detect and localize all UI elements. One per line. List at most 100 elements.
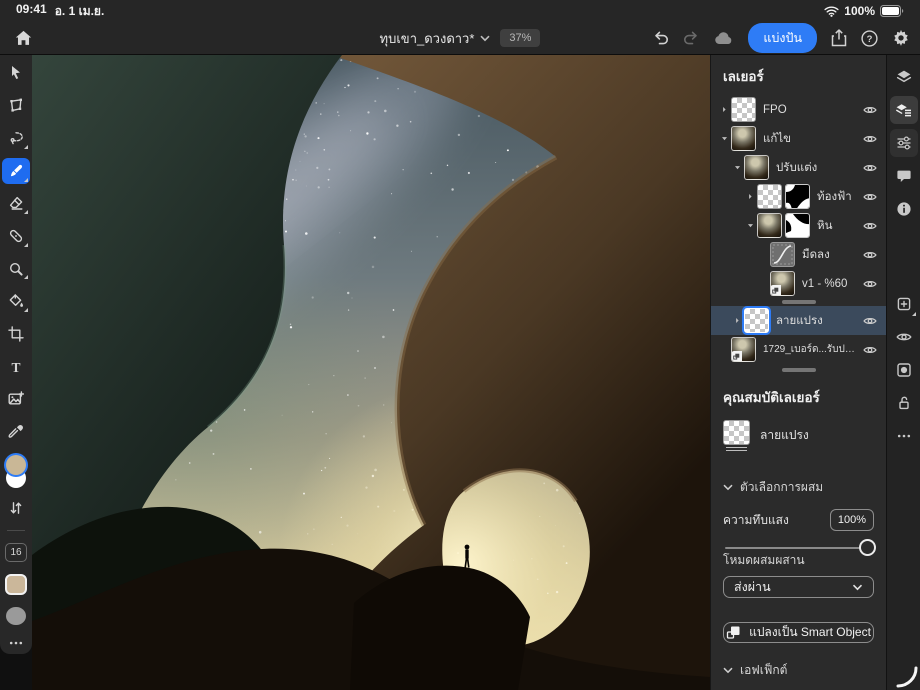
photoshop-ipad-app: 09:41 อ. 1 เม.ย. 100% ทุบเขา_ดวงดาว* 37% xyxy=(0,0,920,690)
panel-tab-adjustments[interactable] xyxy=(890,129,918,157)
brush-size-indicator[interactable]: 16 xyxy=(5,543,27,562)
lasso-tool[interactable] xyxy=(0,124,32,152)
crop-tool[interactable] xyxy=(0,320,32,348)
layer-properties-row: ลายแปรง xyxy=(711,416,886,458)
chevron-down-icon[interactable] xyxy=(717,134,731,143)
export-icon[interactable] xyxy=(831,29,847,47)
smart-object-thumbnail[interactable] xyxy=(731,337,756,362)
layer-visibility-toggle[interactable] xyxy=(860,190,880,204)
heal-tool[interactable] xyxy=(0,222,32,250)
battery-icon xyxy=(880,5,904,17)
layer-row[interactable]: 1729_เบอร์ด...รับปรุง-NR33 xyxy=(711,335,886,364)
chevron-right-icon[interactable] xyxy=(730,316,744,325)
eraser-icon xyxy=(8,195,24,211)
toolbar-more-button[interactable] xyxy=(8,635,24,654)
layer-row[interactable]: ลายแปรง xyxy=(711,306,886,335)
layer-thumbnail[interactable] xyxy=(744,155,769,180)
brush-preview-swatch[interactable] xyxy=(5,574,27,595)
fill-tool[interactable] xyxy=(0,287,32,315)
opacity-value-box[interactable]: 100% xyxy=(830,509,874,531)
brush-icon xyxy=(8,163,24,179)
panel-tab-layers[interactable] xyxy=(890,63,918,91)
document-title-menu[interactable]: ทุบเขา_ดวงดาว* xyxy=(380,28,491,49)
layer-row[interactable]: ท้องฟ้า xyxy=(711,182,886,211)
move-tool[interactable] xyxy=(0,59,32,87)
mask-button[interactable] xyxy=(890,356,918,384)
help-button[interactable]: ? xyxy=(861,30,878,47)
convert-smart-object-button[interactable]: แปลงเป็น Smart Object xyxy=(723,622,874,643)
undo-button[interactable] xyxy=(652,31,669,46)
layer-visibility-toggle[interactable] xyxy=(860,161,880,175)
opacity-slider-knob[interactable] xyxy=(859,539,876,556)
chevron-down-icon[interactable] xyxy=(730,163,744,172)
layer-visibility-toggle[interactable] xyxy=(860,314,880,328)
layer-thumbnail[interactable] xyxy=(757,213,782,238)
status-bar: 09:41 อ. 1 เม.ย. 100% xyxy=(0,0,920,22)
more-button[interactable] xyxy=(890,422,918,450)
layer-mask-thumbnail[interactable] xyxy=(785,184,810,209)
brush-tool[interactable] xyxy=(0,157,32,185)
panel-resize-handle[interactable] xyxy=(782,368,816,372)
eraser-tool[interactable] xyxy=(0,190,32,218)
home-button[interactable] xyxy=(10,25,36,51)
brush-hardness-swatch[interactable] xyxy=(6,607,26,625)
tool-submenu-indicator xyxy=(24,145,28,149)
layer-properties-title: คุณสมบัติเลเยอร์ xyxy=(711,376,886,416)
add-photo-tool[interactable] xyxy=(0,385,32,413)
panel-tab-comment[interactable] xyxy=(890,162,918,190)
lock-button[interactable] xyxy=(890,389,918,417)
layer-row[interactable]: v1 - %60 xyxy=(711,269,886,298)
layer-mask-thumbnail[interactable] xyxy=(785,213,810,238)
toolbar-divider xyxy=(7,530,25,531)
layer-visibility-toggle[interactable] xyxy=(860,277,880,291)
chevron-right-icon[interactable] xyxy=(717,105,731,114)
foreground-color-swatch[interactable] xyxy=(6,455,26,475)
layer-visibility-toggle[interactable] xyxy=(860,343,880,357)
layer-thumbnail[interactable] xyxy=(731,126,756,151)
color-swatches xyxy=(5,455,27,488)
visibility-button[interactable] xyxy=(890,323,918,351)
magnifier-tool[interactable] xyxy=(0,255,32,283)
layer-thumbnail[interactable] xyxy=(757,184,782,209)
layer-visibility-toggle[interactable] xyxy=(860,248,880,262)
lasso-icon xyxy=(8,130,24,146)
type-tool[interactable]: T xyxy=(0,353,32,381)
chevron-right-icon[interactable] xyxy=(743,192,757,201)
blend-options-section-header[interactable]: ตัวเลือกการผสม xyxy=(711,470,886,503)
layer-row[interactable]: มืดลง xyxy=(711,240,886,269)
svg-text:T: T xyxy=(11,360,20,375)
panel-tab-info[interactable] xyxy=(890,195,918,223)
smart-object-badge xyxy=(770,285,781,296)
transform-tool[interactable] xyxy=(0,92,32,120)
curves-adjustment-thumbnail[interactable] xyxy=(770,242,795,267)
swap-colors-button[interactable] xyxy=(0,494,32,522)
layer-row[interactable]: หิน xyxy=(711,211,886,240)
ellipsis-icon xyxy=(896,428,912,444)
smart-object-thumbnail[interactable] xyxy=(770,271,795,296)
redo-button[interactable] xyxy=(683,31,700,46)
layer-visibility-toggle[interactable] xyxy=(860,103,880,117)
add-layer-button[interactable] xyxy=(890,290,918,318)
layer-drag-handle[interactable] xyxy=(782,300,816,304)
layer-thumbnail[interactable] xyxy=(731,97,756,122)
gear-icon[interactable] xyxy=(892,29,910,47)
layer-row[interactable]: ปรับแต่ง xyxy=(711,153,886,182)
layer-row[interactable]: FPO xyxy=(711,95,886,124)
layers-icon xyxy=(896,69,912,85)
group-lines xyxy=(726,447,747,452)
share-button[interactable]: แบ่งปัน xyxy=(748,23,817,53)
layer-row[interactable]: แก้ไข xyxy=(711,124,886,153)
zoom-level-badge[interactable]: 37% xyxy=(500,29,540,47)
cloud-sync-icon[interactable] xyxy=(714,31,734,45)
eyedropper-tool[interactable] xyxy=(0,418,32,446)
chevron-down-icon[interactable] xyxy=(743,221,757,230)
document-canvas[interactable] xyxy=(32,55,710,690)
panel-tab-layer-properties[interactable] xyxy=(890,96,918,124)
effects-section-header[interactable]: เอฟเฟ็กต์ xyxy=(711,653,886,686)
tool-submenu-indicator xyxy=(24,243,28,247)
blend-mode-dropdown[interactable]: ส่งผ่าน xyxy=(723,576,874,598)
layer-visibility-toggle[interactable] xyxy=(860,219,880,233)
layer-visibility-toggle[interactable] xyxy=(860,132,880,146)
layer-thumbnail[interactable] xyxy=(744,308,769,333)
svg-text:?: ? xyxy=(867,34,873,45)
